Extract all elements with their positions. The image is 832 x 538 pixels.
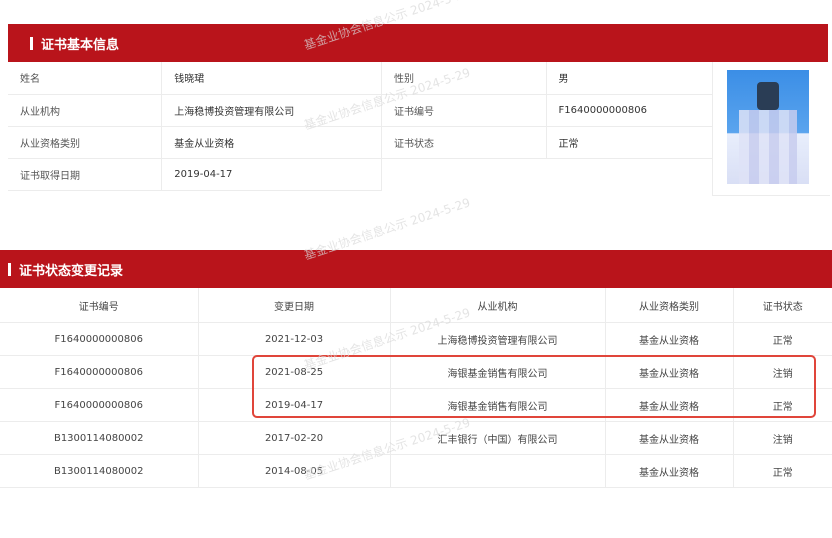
change-date-cell: 2021-08-25 [198, 355, 391, 389]
photo-cell [712, 62, 830, 196]
change-date-cell: 2019-04-17 [198, 388, 391, 422]
info-label: 姓名 [8, 62, 162, 95]
status-cell: 正常 [733, 454, 832, 488]
cert-number-cell: B1300114080002 [0, 421, 199, 455]
table-row: B1300114080002 2014-08-05 基金从业资格 正常 [0, 454, 832, 488]
info-label: 证书状态 [382, 126, 547, 159]
cert-number-cell: F1640000000806 [0, 388, 199, 422]
institution-cell: 海银基金销售有限公司 [390, 355, 606, 389]
qualification-cell: 基金从业资格 [605, 322, 734, 356]
section-marker [30, 36, 33, 50]
status-cell: 注销 [733, 421, 832, 455]
info-value: 2019-04-17 [161, 158, 382, 191]
qualification-cell: 基金从业资格 [605, 388, 734, 422]
history-table: 证书编号 变更日期 从业机构 从业资格类别 证书状态 F164000000080… [0, 288, 832, 488]
qualification-cell: 基金从业资格 [605, 355, 734, 389]
cert-number-cell: B1300114080002 [0, 454, 199, 488]
info-value: 基金从业资格 [161, 126, 382, 159]
info-label: 从业资格类别 [8, 126, 162, 159]
section-marker [8, 262, 11, 276]
info-value: 正常 [546, 126, 712, 159]
column-header: 变更日期 [198, 288, 391, 323]
info-label: 从业机构 [8, 94, 162, 127]
avatar [727, 70, 809, 184]
info-value: F1640000000806 [546, 94, 712, 127]
avatar-pixelation [739, 110, 797, 184]
info-value: 钱晓珺 [161, 62, 382, 95]
basic-info-header: 证书基本信息 [8, 24, 828, 62]
info-label: 证书取得日期 [8, 158, 162, 191]
info-row: 证书取得日期 2019-04-17 [8, 158, 382, 191]
info-row: 姓名 钱晓珺 [8, 62, 382, 95]
table-row: F1640000000806 2019-04-17 海银基金销售有限公司 基金从… [0, 388, 832, 422]
info-row: 证书状态 正常 [382, 126, 712, 159]
qualification-cell: 基金从业资格 [605, 421, 734, 455]
institution-cell [390, 454, 606, 488]
table-row: F1640000000806 2021-08-25 海银基金销售有限公司 基金从… [0, 355, 832, 389]
column-header: 从业资格类别 [605, 288, 734, 323]
status-cell: 注销 [733, 355, 832, 389]
cert-number-cell: F1640000000806 [0, 355, 199, 389]
basic-info-title: 证书基本信息 [41, 37, 120, 53]
status-cell: 正常 [733, 322, 832, 356]
status-cell: 正常 [733, 388, 832, 422]
history-header: 证书状态变更记录 [0, 250, 832, 288]
cert-number-cell: F1640000000806 [0, 322, 199, 356]
column-header: 证书编号 [0, 288, 199, 323]
qualification-cell: 基金从业资格 [605, 454, 734, 488]
info-value: 男 [546, 62, 712, 95]
column-header: 证书状态 [733, 288, 832, 323]
avatar-head-shape [757, 82, 779, 110]
institution-cell: 海银基金销售有限公司 [390, 388, 606, 422]
info-row: 从业资格类别 基金从业资格 [8, 126, 382, 159]
history-title: 证书状态变更记录 [19, 263, 124, 279]
history-header-row: 证书编号 变更日期 从业机构 从业资格类别 证书状态 [0, 288, 832, 323]
info-row: 证书编号 F1640000000806 [382, 94, 712, 127]
